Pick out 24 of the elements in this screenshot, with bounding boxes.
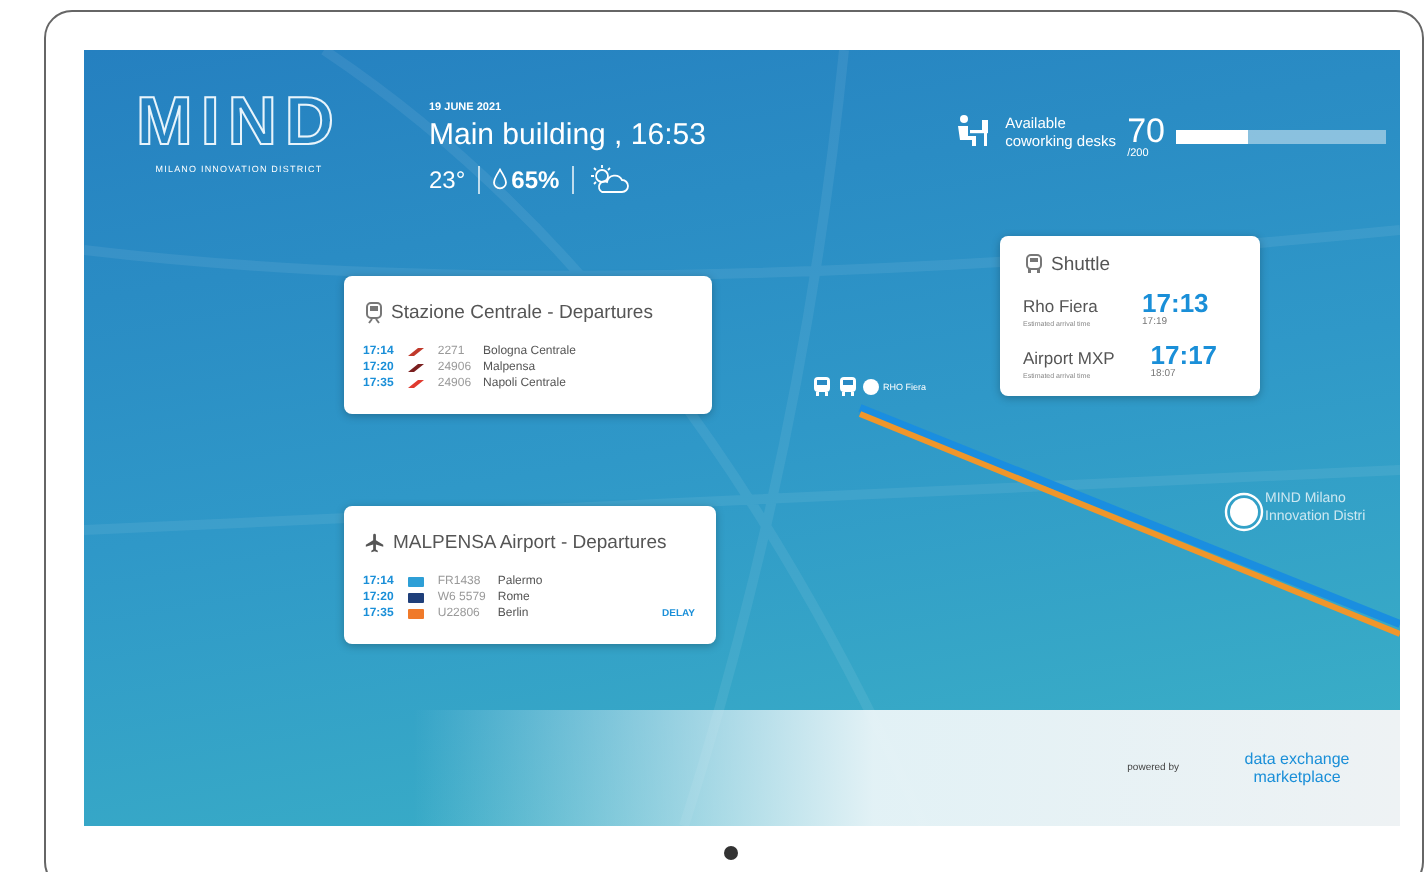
shuttle-destination: Rho Fiera bbox=[1023, 295, 1100, 315]
location-time-title: Main building , 16:53 bbox=[429, 117, 706, 151]
bus-icon bbox=[1023, 253, 1043, 275]
humidity: 65% bbox=[511, 165, 560, 193]
sun-cloud-icon bbox=[585, 163, 630, 195]
camera-dot bbox=[723, 845, 737, 859]
bus-icon bbox=[811, 375, 831, 397]
train-icon bbox=[363, 301, 383, 323]
droplet-icon bbox=[491, 168, 508, 190]
location-marker-icon bbox=[1223, 491, 1263, 531]
bus-icon bbox=[837, 375, 857, 397]
card-title: Stazione Centrale - Departures bbox=[391, 301, 653, 323]
desk-worker-icon bbox=[953, 113, 990, 147]
airplane-icon bbox=[363, 531, 385, 553]
brand-logo-text: data exchange marketplace bbox=[1242, 749, 1352, 785]
temperature: 23° bbox=[429, 165, 466, 193]
shuttle-departure-time: 17:13 bbox=[1142, 289, 1211, 315]
shuttle-departure-time: 17:17 bbox=[1150, 341, 1220, 367]
shuttle-destination: Airport MXP bbox=[1023, 347, 1117, 367]
station-dot-icon bbox=[861, 377, 879, 395]
card-title: MALPENSA Airport - Departures bbox=[393, 531, 667, 553]
card-title: Shuttle bbox=[1051, 253, 1111, 275]
desks-count: 70 bbox=[1127, 113, 1165, 147]
mind-logo: MIND bbox=[136, 83, 342, 159]
